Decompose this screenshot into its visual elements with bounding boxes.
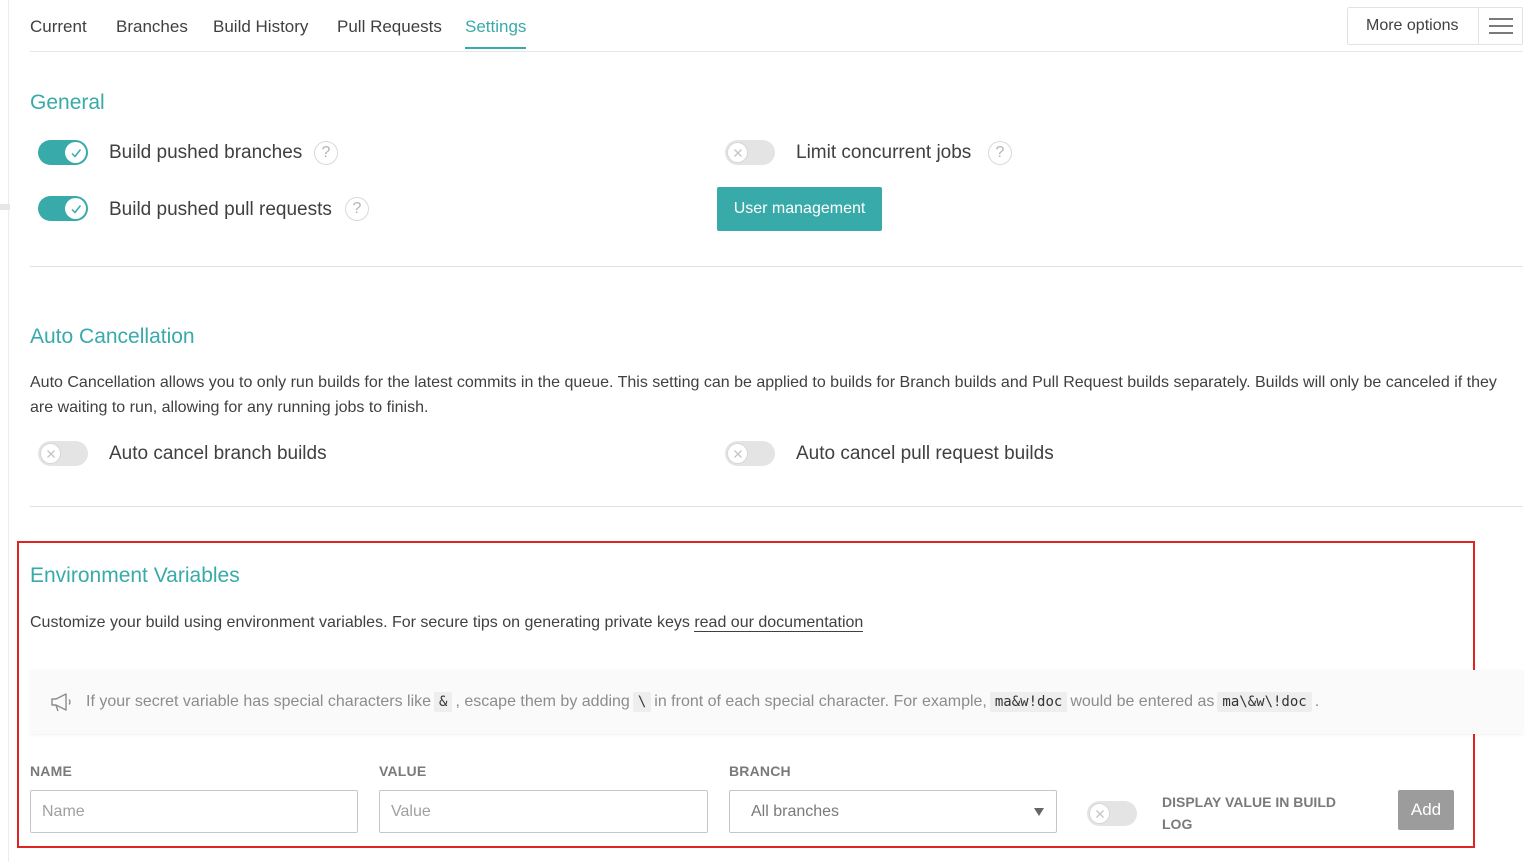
repo-tab-bar: Current Branches Build History Pull Requ…: [30, 0, 1523, 52]
more-options-label: More options: [1366, 17, 1459, 34]
environment-variables-section-title: Environment Variables: [30, 564, 240, 587]
build-pushed-branches-label: Build pushed branches: [109, 142, 303, 163]
value-field-label: VALUE: [379, 763, 427, 779]
auto-cancel-pull-request-builds-label: Auto cancel pull request builds: [796, 443, 1054, 464]
chevron-down-icon: [1034, 808, 1044, 816]
megaphone-icon: [50, 692, 74, 712]
notice-code-escaped-example: ma\&w\!doc: [1217, 692, 1312, 712]
help-icon[interactable]: ?: [988, 141, 1012, 165]
limit-concurrent-jobs-label: Limit concurrent jobs: [796, 142, 972, 163]
auto-cancel-pull-request-builds-toggle[interactable]: [725, 441, 775, 466]
display-value-in-build-log-toggle[interactable]: [1087, 801, 1137, 826]
value-input[interactable]: [379, 790, 708, 833]
user-management-button[interactable]: User management: [717, 187, 882, 231]
notice-text-2: , escape them by adding: [455, 693, 630, 710]
build-pushed-branches-toggle[interactable]: [38, 140, 88, 165]
notice-code-ampersand: &: [434, 692, 453, 712]
tab-branches[interactable]: Branches: [116, 17, 188, 37]
auto-cancellation-description: Auto Cancellation allows you to only run…: [30, 374, 1497, 416]
name-field-label: NAME: [30, 763, 73, 779]
tab-settings[interactable]: Settings: [465, 17, 527, 49]
notice-text-4: would be entered as: [1070, 693, 1215, 710]
tab-current[interactable]: Current: [30, 17, 87, 37]
display-value-in-build-log-label: DISPLAY VALUE IN BUILD LOG: [1162, 794, 1336, 832]
close-icon: [1089, 803, 1110, 824]
notice-text-1: If your secret variable has special char…: [86, 693, 432, 710]
notice-text-5: .: [1314, 693, 1320, 710]
close-icon: [40, 443, 61, 464]
branch-field-label: BRANCH: [729, 763, 791, 779]
left-divider-tick: [0, 204, 10, 210]
notice-text-3: in front of each special character. For …: [654, 693, 987, 710]
build-pushed-pull-requests-toggle[interactable]: [38, 196, 88, 221]
environment-variables-description-text: Customize your build using environment v…: [30, 614, 695, 631]
branch-select[interactable]: All branches: [729, 790, 1057, 833]
branch-select-value: All branches: [751, 802, 840, 820]
special-characters-notice: If your secret variable has special char…: [30, 670, 1523, 734]
read-documentation-link[interactable]: read our documentation: [694, 614, 864, 632]
hamburger-menu-icon[interactable]: [1478, 7, 1522, 45]
notice-code-backslash: \: [632, 692, 652, 712]
more-options-button[interactable]: More options: [1347, 7, 1523, 45]
auto-cancel-branch-builds-label: Auto cancel branch builds: [109, 443, 327, 464]
help-icon[interactable]: ?: [314, 141, 338, 165]
name-input[interactable]: [30, 790, 358, 833]
section-divider: [30, 266, 1523, 267]
close-icon: [727, 142, 748, 163]
tab-build-history[interactable]: Build History: [213, 17, 308, 37]
tab-pull-requests[interactable]: Pull Requests: [337, 17, 442, 37]
build-pushed-pull-requests-label: Build pushed pull requests: [109, 199, 332, 220]
check-icon: [65, 198, 86, 219]
add-variable-button[interactable]: Add: [1398, 790, 1454, 830]
left-divider: [8, 0, 9, 862]
general-section-title: General: [30, 91, 105, 114]
notice-code-example: ma&w!doc: [989, 692, 1068, 712]
auto-cancel-branch-builds-toggle[interactable]: [38, 441, 88, 466]
auto-cancellation-section-title: Auto Cancellation: [30, 325, 195, 348]
help-icon[interactable]: ?: [345, 197, 369, 221]
check-icon: [65, 142, 86, 163]
close-icon: [727, 443, 748, 464]
section-divider: [30, 506, 1523, 507]
environment-variables-description: Customize your build using environment v…: [30, 610, 864, 635]
limit-concurrent-jobs-toggle[interactable]: [725, 140, 775, 165]
